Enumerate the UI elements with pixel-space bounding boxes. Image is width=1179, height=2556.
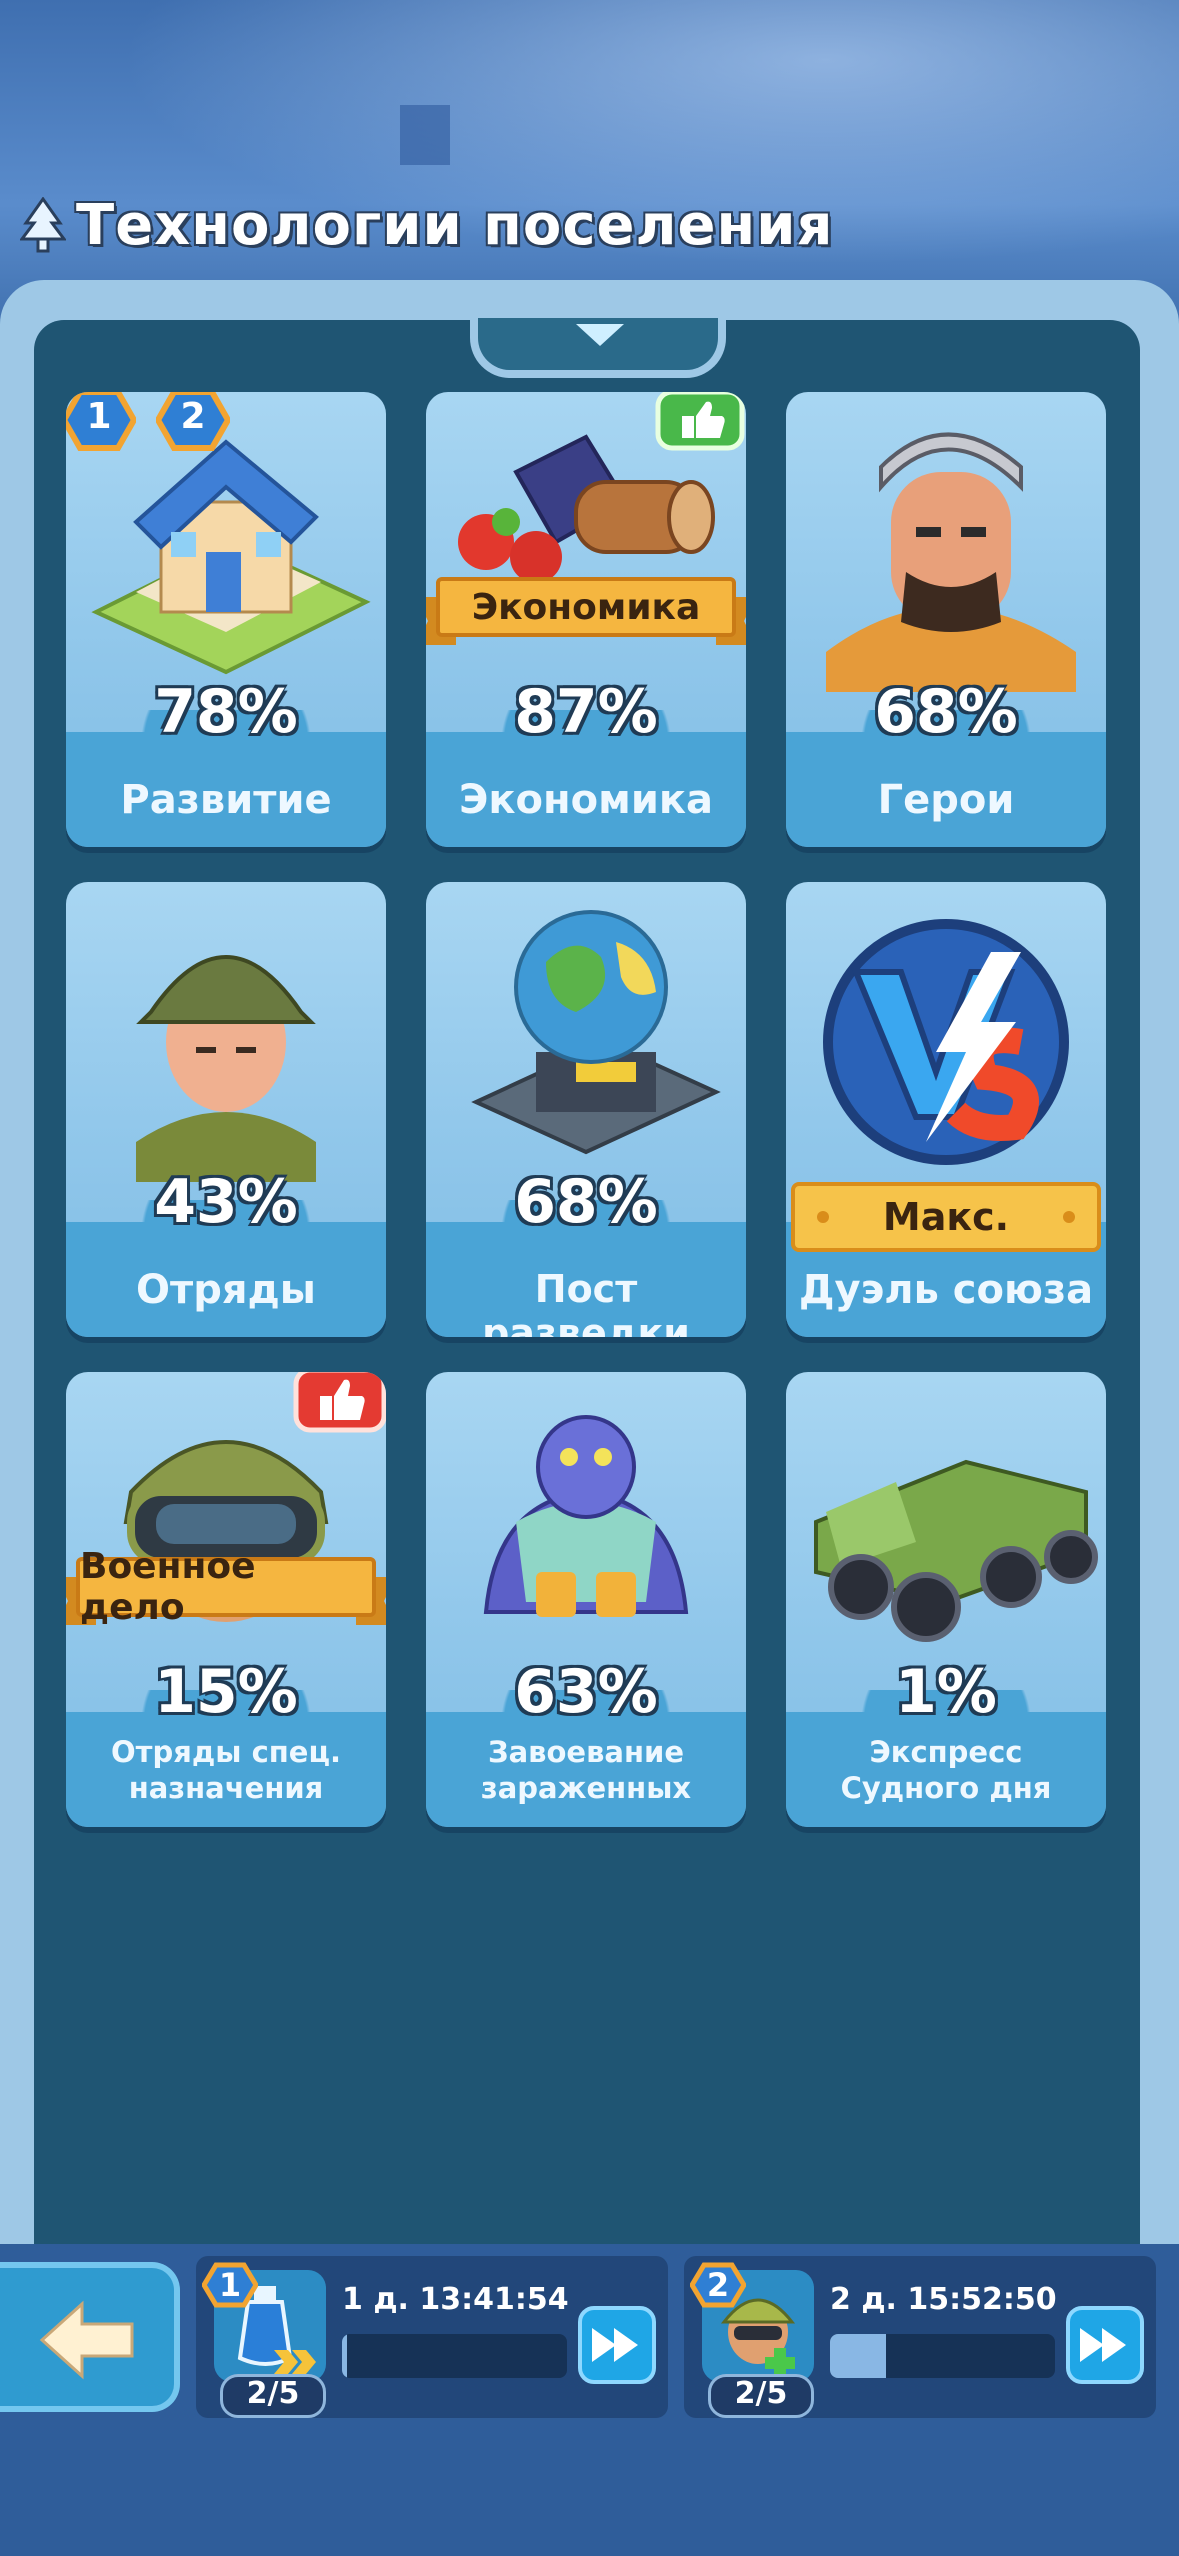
fast-forward-icon [592,2328,638,2362]
zombie-icon [483,1415,689,1617]
queue-progress-fill [830,2334,887,2378]
tech-card-special-forces[interactable]: Военное дело 15% Отряды спец. назначения [66,1372,386,1827]
category-ribbon: Экономика [426,577,746,645]
back-button[interactable] [0,2262,180,2412]
queue-count: 2/5 [220,2374,326,2418]
card-title: Экспресс Судного дня [840,1735,1052,1805]
level-badge-2: 2 [154,392,232,452]
queue-progress-bar [342,2334,567,2378]
tree-icon [20,197,66,253]
card-percent: 1% [895,1657,997,1727]
tech-card-development[interactable]: 1 2 78% Развитие [66,392,386,847]
queue-timer: 2 д. 15:52:50 [830,2282,1057,2317]
chevron-down-icon [576,324,624,346]
max-level-bar: Макс. [791,1182,1101,1252]
speed-up-button[interactable] [578,2306,656,2384]
speed-up-button[interactable] [1066,2306,1144,2384]
card-percent: 68% [514,1167,658,1237]
hero-portrait-icon [826,432,1076,692]
card-title: Дуэль союза [798,1267,1094,1313]
card-percent: 15% [154,1657,298,1727]
queue-count: 2/5 [708,2374,814,2418]
level-badge-1: 1 [66,392,138,452]
card-percent: 87% [514,677,658,747]
globe-station-icon [471,910,721,1155]
card-percent: 78% [154,677,298,747]
card-title: Развитие [120,777,332,823]
card-percent: 43% [154,1167,298,1237]
queue-number-badge: 1 [201,2262,259,2308]
tech-card-alliance-duel[interactable]: Макс. Дуэль союза [786,882,1106,1337]
research-queue-2: 2 2/5 2 д. 15:52:50 [684,2256,1156,2418]
queue-number-badge: 2 [689,2262,747,2308]
tech-card-heroes[interactable]: 68% Герои [786,392,1106,847]
arrow-left-icon [39,2300,134,2380]
card-title: Пост разведки [482,1267,690,1337]
fast-forward-icon [1080,2328,1126,2362]
collapse-tab[interactable] [470,318,726,378]
tech-card-doomsday-express[interactable]: 1% Экспресс Судного дня [786,1372,1106,1827]
card-title: Экономика [459,777,713,823]
card-percent: 63% [514,1657,658,1727]
queue-progress-fill [342,2334,347,2378]
card-title: Завоевание зараженных [480,1735,692,1805]
card-title: Отряды [136,1267,316,1313]
background-decoration [400,105,450,165]
thumbs-up-icon [293,1372,386,1433]
tech-card-infected-conquest[interactable]: 63% Завоевание зараженных [426,1372,746,1827]
vs-icon [823,919,1069,1165]
thumbs-up-icon [655,392,745,451]
tech-card-troops[interactable]: 43% Отряды [66,882,386,1337]
card-percent: 68% [874,677,1018,747]
armored-truck-icon [814,1459,1098,1642]
queue-progress-bar [830,2334,1055,2378]
category-ribbon: Военное дело [66,1546,386,1628]
queue-timer: 1 д. 13:41:54 [342,2282,569,2317]
research-queue-1: 1 2/5 1 д. 13:41:54 [196,2256,668,2418]
soldier-icon [136,955,316,1182]
page-title-text: Технологии поселения [76,192,834,258]
card-title: Герои [877,777,1015,823]
page-title: Технологии поселения [20,190,833,260]
card-title: Отряды спец. назначения [111,1735,341,1805]
tech-card-recon-post[interactable]: 68% Пост разведки [426,882,746,1337]
tech-card-economy[interactable]: Экономика 87% Экономика [426,392,746,847]
